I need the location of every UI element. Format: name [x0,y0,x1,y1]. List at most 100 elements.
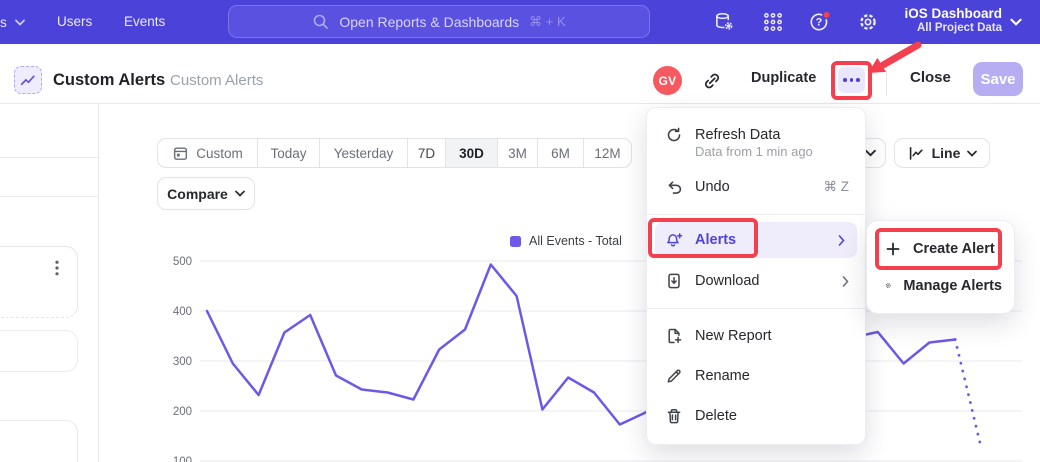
save-button[interactable]: Save [973,62,1023,96]
download-icon [665,272,683,290]
nav-item-events[interactable]: Events [124,14,165,29]
manage-gear-icon [885,277,891,294]
menu-item-label: Undo [695,179,730,195]
nav-item-partial[interactable]: s [0,0,25,44]
duplicate-button[interactable]: Duplicate [751,70,816,86]
undo-icon [665,178,683,196]
menu-item-new-report[interactable]: New Report [647,316,865,356]
share-link-icon[interactable] [701,70,723,92]
chart-type-label: Line [932,145,961,161]
range-30d-active[interactable]: 30D [446,139,498,167]
menu-item-label: Rename [695,368,750,384]
range-custom[interactable]: Custom [158,139,258,167]
submenu-item-label: Create Alert [913,241,995,257]
menu-divider [647,214,865,215]
range-yesterday[interactable]: Yesterday [320,139,408,167]
range-today[interactable]: Today [258,139,320,167]
menu-item-label: Alerts [695,232,736,248]
apps-grid-icon[interactable] [762,11,784,33]
alerts-submenu: Create Alert Manage Alerts [866,220,1015,314]
alerts-bell-icon [665,231,683,249]
chevron-right-icon [842,276,849,287]
legend-label: All Events - Total [529,234,622,248]
y-tick-label: 200 [173,406,192,418]
chevron-down-icon [865,149,876,157]
settings-gear-icon[interactable] [857,11,879,33]
range-12m[interactable]: 12M [584,139,631,167]
submenu-item-manage-alerts[interactable]: Manage Alerts [867,267,1014,304]
help-icon[interactable]: ? [808,10,832,34]
chart-line-dotted[interactable] [955,340,981,448]
sidebar-card[interactable] [0,246,78,318]
avatar[interactable]: GV [653,66,682,95]
delete-trash-icon [665,407,683,425]
menu-item-delete[interactable]: Delete [647,396,865,436]
menu-item-undo[interactable]: Undo ⌘ Z [647,167,865,207]
sidebar-border [98,104,99,462]
compare-label: Compare [167,186,228,202]
more-options-button[interactable] [838,67,865,93]
project-selector[interactable]: iOS Dashboard All Project Data [880,6,1002,35]
search-input[interactable]: Open Reports & Dashboards ⌘ + K [228,5,650,38]
project-name: iOS Dashboard [880,6,1002,22]
divider [0,196,99,197]
more-options-menu: Refresh Data Data from 1 min ago Undo ⌘ … [646,107,866,445]
refresh-icon [665,126,683,144]
plus-icon [885,241,901,257]
range-3m[interactable]: 3M [498,139,538,167]
rename-pencil-icon [665,367,683,385]
project-scope: All Project Data [880,22,1002,35]
search-shortcut: ⌘ + K [529,14,566,30]
range-7d[interactable]: 7D [408,139,446,167]
sidebar-card[interactable] [0,420,78,462]
kebab-menu-icon[interactable] [55,260,59,276]
page-title: Custom Alerts [53,71,165,90]
close-button[interactable]: Close [910,69,951,86]
line-chart-icon [907,144,925,162]
y-tick-label: 500 [173,256,192,268]
search-icon [312,13,329,30]
chevron-right-icon [838,235,845,246]
refresh-data-subtext: Data from 1 min ago [647,144,865,167]
range-6m[interactable]: 6M [538,139,584,167]
menu-item-label: New Report [695,328,772,344]
app-window: s Users Events Open Reports & Dashboards… [0,0,1040,462]
menu-item-label: Delete [695,408,737,424]
dot [850,78,854,82]
menu-item-alerts[interactable]: Alerts [655,222,857,258]
submenu-item-create-alert[interactable]: Create Alert [867,230,1014,267]
y-tick-label: 400 [173,306,192,318]
calendar-icon [172,145,189,162]
date-range-picker: Custom Today Yesterday 7D 30D 3M 6M 12M [157,138,632,168]
menu-item-download[interactable]: Download [647,261,865,301]
dot [856,78,860,82]
divider [0,157,99,158]
compare-button[interactable]: Compare [157,177,255,210]
menu-item-label: Download [695,273,760,289]
notification-dot [823,11,830,18]
new-report-icon [665,327,683,345]
chart-legend[interactable]: All Events - Total [510,234,622,248]
nav-item-users[interactable]: Users [57,14,92,29]
breadcrumb: Custom Alerts [170,72,263,89]
submenu-item-label: Manage Alerts [903,278,1002,294]
report-type-icon [14,66,42,94]
chevron-down-icon [967,150,977,157]
legend-swatch [510,236,521,247]
chevron-down-icon [1010,18,1022,26]
query-builder-sidebar [0,104,99,462]
search-placeholder: Open Reports & Dashboards [339,14,519,30]
data-management-icon[interactable] [713,11,735,33]
range-custom-label: Custom [196,146,243,161]
chart-type-button[interactable]: Line [894,138,990,168]
top-nav: s Users Events Open Reports & Dashboards… [0,0,1040,44]
sidebar-card[interactable] [0,330,78,372]
chevron-down-icon [235,190,245,197]
svg-text:?: ? [816,17,823,29]
y-tick-label: 100 [173,456,192,462]
menu-item-label: Refresh Data [695,127,780,143]
dot [843,78,847,82]
menu-divider [647,308,865,309]
menu-item-rename[interactable]: Rename [647,356,865,396]
undo-shortcut: ⌘ Z [824,179,850,195]
